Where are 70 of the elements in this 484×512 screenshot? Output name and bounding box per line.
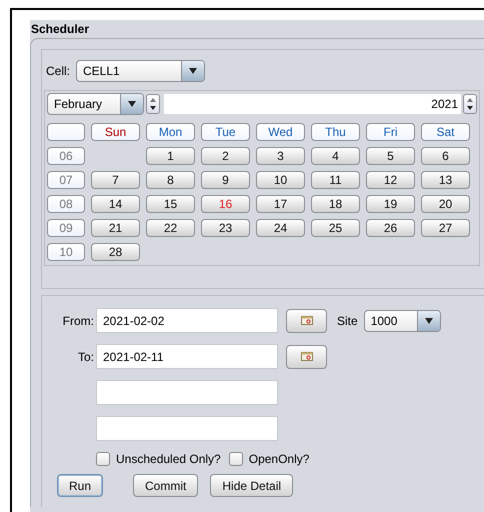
input-field[interactable] [96,380,278,405]
window-title: Scheduler [30,21,90,38]
corner-cell [47,123,85,141]
day-button[interactable]: 9 [201,171,250,189]
day-button[interactable]: 20 [421,195,470,213]
day-button[interactable]: 15 [146,195,195,213]
day-button[interactable]: 14 [91,195,140,213]
from-date-field[interactable]: 2021-02-02 [96,308,278,333]
week-number[interactable]: 09 [47,219,85,237]
day-button[interactable]: 26 [366,219,415,237]
calendar-button[interactable] [286,308,327,332]
spinner[interactable] [463,94,477,114]
checkbox[interactable] [228,452,243,466]
day-button[interactable]: 23 [201,219,250,237]
week-number[interactable]: 08 [47,195,85,213]
day-button[interactable]: 28 [91,243,140,261]
weekday-header: Thu [311,123,360,141]
day-button[interactable]: 11 [311,171,360,189]
weekday-header: Wed [256,123,305,141]
cell-label: Cell: [46,64,70,78]
site-dropdown[interactable]: 1000 [364,310,441,332]
day-button[interactable]: 16 [201,195,250,213]
month-dropdown[interactable]: February [47,93,144,115]
input-field[interactable] [96,416,278,441]
day-button[interactable]: 18 [311,195,360,213]
calendar-icon [300,352,312,361]
weekday-header: Mon [146,123,195,141]
cell-dropdown[interactable]: CELL1 [76,60,206,82]
day-button[interactable]: 27 [421,219,470,237]
day-button[interactable]: 22 [146,219,195,237]
week-number[interactable]: 10 [47,243,85,261]
checkbox-label: OpenOnly? [248,452,310,466]
day-button[interactable]: 4 [311,147,360,165]
weekday-header: Fri [366,123,415,141]
day-button[interactable]: 12 [366,171,415,189]
day-button[interactable]: 3 [256,147,305,165]
checkbox[interactable] [96,452,110,466]
weekday-header: Tue [201,123,250,141]
dropdown-arrow-icon [424,318,433,324]
checkbox-label: Unscheduled Only? [116,452,221,466]
spinner[interactable] [146,94,160,114]
day-button[interactable]: 10 [256,171,305,189]
day-button[interactable]: 8 [146,171,195,189]
day-button[interactable]: 2 [201,147,250,165]
year-field[interactable]: 2021 [164,94,461,114]
day-button[interactable]: 6 [421,147,470,165]
day-button[interactable]: 1 [146,147,195,165]
dropdown-arrow-icon [189,68,198,74]
day-button[interactable]: 24 [256,219,305,237]
dropdown-arrow-icon [128,101,136,107]
action-button[interactable]: Hide Detail [210,474,294,497]
day-button[interactable]: 19 [366,195,415,213]
week-number[interactable]: 06 [47,147,85,165]
week-number[interactable]: 07 [47,171,85,189]
from-label: From: [62,314,95,328]
weekday-header: Sun [91,123,140,141]
to-date-field[interactable]: 2021-02-11 [96,344,278,369]
to-label: To: [76,350,95,364]
day-button[interactable]: 25 [311,219,360,237]
action-button[interactable]: Commit [133,474,198,497]
day-button[interactable]: 17 [256,195,305,213]
action-button[interactable]: Run [57,474,104,497]
day-button[interactable]: 5 [366,147,415,165]
calendar-icon [300,316,312,325]
day-button[interactable]: 21 [91,219,140,237]
site-label: Site [337,314,358,328]
calendar-button[interactable] [286,344,327,368]
weekday-header: Sat [421,123,470,141]
day-button[interactable]: 7 [91,171,140,189]
day-button[interactable]: 13 [421,171,470,189]
